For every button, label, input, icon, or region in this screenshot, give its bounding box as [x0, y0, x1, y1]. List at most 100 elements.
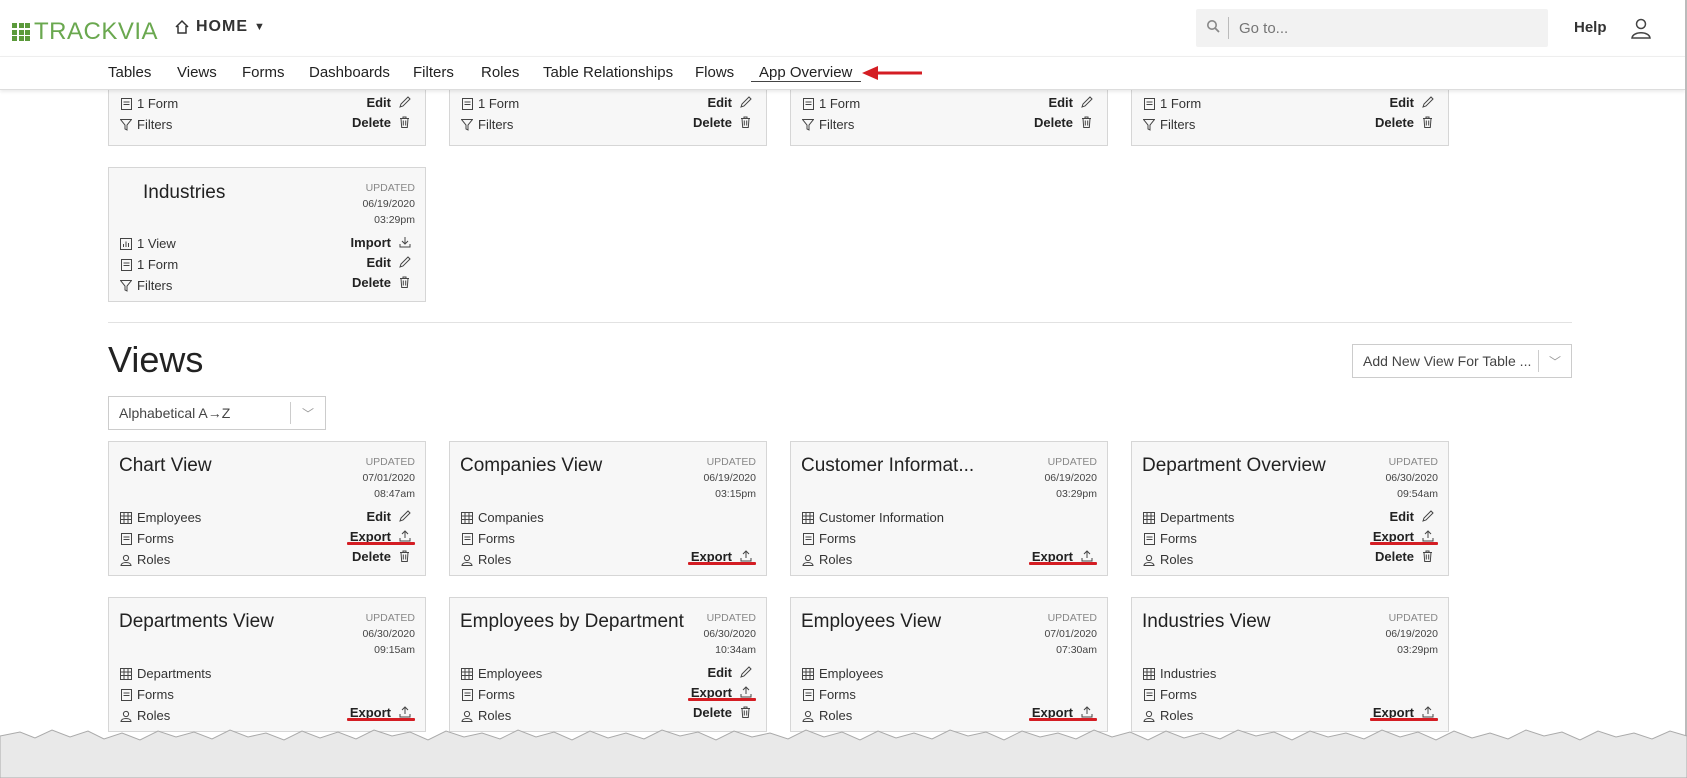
nav-views[interactable]: Views: [177, 64, 217, 81]
form-icon: [119, 97, 133, 111]
filter-icon: [460, 118, 474, 132]
forms-row: Forms: [460, 531, 515, 546]
view-title: Chart View: [119, 455, 212, 476]
edit-button[interactable]: Edit: [1389, 95, 1436, 110]
filter-icon: [119, 118, 133, 132]
edit-button[interactable]: Edit: [366, 509, 413, 524]
delete-button[interactable]: Delete: [693, 115, 754, 130]
home-menu[interactable]: HOME ▼: [174, 18, 266, 36]
roles-row: Roles: [119, 708, 170, 723]
add-new-view-dropdown[interactable]: Add New View For Table ... ﹀: [1352, 344, 1572, 378]
nav-tables[interactable]: Tables: [108, 64, 151, 81]
forms-row: Forms: [1142, 687, 1197, 702]
table-grid-icon: [460, 667, 474, 681]
filters-row: Filters: [460, 117, 513, 132]
table-row: Departments: [1142, 510, 1234, 525]
filter-icon: [1142, 118, 1156, 132]
updated-stamp: UPDATED 06/30/2020 09:54am: [1385, 456, 1438, 500]
annotation-underline: [1370, 542, 1438, 545]
logo-text: TRACKVIA: [34, 18, 159, 45]
forms-row: Forms: [801, 687, 856, 702]
chart-view-icon: [119, 237, 133, 251]
forms-row: 1 Form: [1142, 96, 1201, 111]
view-title: Employees by Department: [460, 611, 684, 632]
torn-edge-decoration: [0, 729, 1687, 778]
form-icon: [460, 97, 474, 111]
trackvia-logo[interactable]: TRACKVIA: [12, 18, 158, 46]
nav-flows[interactable]: Flows: [695, 64, 734, 81]
roles-row: Roles: [119, 552, 170, 567]
nav-app-overview[interactable]: App Overview: [759, 64, 852, 81]
table-card-industries[interactable]: Industries UPDATED 06/19/2020 03:29pm 1 …: [108, 167, 426, 302]
filters-row: Filters: [119, 117, 172, 132]
trash-icon: [399, 276, 413, 290]
delete-button[interactable]: Delete: [352, 115, 413, 130]
view-title: Companies View: [460, 455, 603, 476]
user-account-icon[interactable]: [1630, 17, 1652, 44]
updated-stamp: UPDATED 06/19/2020 03:29pm: [1044, 456, 1097, 500]
view-card[interactable]: Companies View UPDATED 06/19/2020 03:15pm …: [449, 441, 767, 576]
nav-roles[interactable]: Roles: [481, 64, 519, 81]
edit-button[interactable]: Edit: [1389, 509, 1436, 524]
delete-button[interactable]: Delete: [1034, 115, 1095, 130]
chevron-down-icon: ﹀: [301, 406, 314, 421]
nav-filters[interactable]: Filters: [413, 64, 454, 81]
updated-stamp: UPDATED 06/30/2020 10:34am: [703, 612, 756, 656]
view-card[interactable]: Employees View UPDATED 07/01/2020 07:30am …: [790, 597, 1108, 732]
table-row: Employees: [119, 510, 201, 525]
search-box[interactable]: [1196, 9, 1548, 47]
view-card[interactable]: Departments View UPDATED 06/30/2020 09:15a…: [108, 597, 426, 732]
help-link[interactable]: Help: [1574, 19, 1607, 36]
delete-button[interactable]: Delete: [1375, 115, 1436, 130]
filter-icon: [119, 279, 133, 293]
pencil-icon: [1081, 95, 1095, 110]
delete-button[interactable]: Delete: [693, 705, 754, 720]
table-grid-icon: [460, 511, 474, 525]
edit-button[interactable]: Edit: [366, 255, 413, 270]
form-icon: [119, 532, 133, 546]
form-icon: [801, 532, 815, 546]
nav-table-relationships[interactable]: Table Relationships: [543, 64, 673, 81]
table-row: Employees: [801, 666, 883, 681]
chevron-down-icon: ﹀: [1548, 354, 1561, 369]
updated-stamp: UPDATED 06/19/2020 03:15pm: [703, 456, 756, 500]
edit-button[interactable]: Edit: [707, 665, 754, 680]
delete-button[interactable]: Delete: [352, 549, 413, 564]
role-user-icon: [460, 553, 474, 567]
roles-row: Roles: [1142, 708, 1193, 723]
view-card[interactable]: Department Overview UPDATED 06/30/2020 09:…: [1131, 441, 1449, 576]
view-card[interactable]: Customer Informat... UPDATED 06/19/2020 03…: [790, 441, 1108, 576]
view-title: Industries View: [1142, 611, 1271, 632]
role-user-icon: [1142, 553, 1156, 567]
delete-button[interactable]: Delete: [352, 275, 413, 290]
edit-button[interactable]: Edit: [366, 95, 413, 110]
search-input[interactable]: [1237, 18, 1531, 38]
delete-button[interactable]: Delete: [1375, 549, 1436, 564]
sort-dropdown[interactable]: Alphabetical A→Z ﹀: [108, 396, 326, 430]
edit-button[interactable]: Edit: [707, 95, 754, 110]
form-icon: [119, 688, 133, 702]
pencil-icon: [1422, 95, 1436, 110]
app-window: TRACKVIA HOME ▼ Help Tables Views Forms …: [0, 0, 1687, 760]
pencil-icon: [399, 255, 413, 270]
top-bar: TRACKVIA HOME ▼ Help: [0, 0, 1685, 56]
view-title: Departments View: [119, 611, 274, 632]
table-grid-icon: [1142, 667, 1156, 681]
section-divider: [108, 322, 1572, 323]
updated-stamp: UPDATED 06/19/2020 03:29pm: [1385, 612, 1438, 656]
views-heading: Views: [108, 339, 204, 380]
trash-icon: [740, 116, 754, 130]
annotation-underline: [1370, 718, 1438, 721]
filter-icon: [801, 118, 815, 132]
nav-forms[interactable]: Forms: [242, 64, 285, 81]
pencil-icon: [399, 95, 413, 110]
nav-dashboards[interactable]: Dashboards: [309, 64, 390, 81]
view-title: Department Overview: [1142, 455, 1326, 476]
view-card[interactable]: Chart View UPDATED 07/01/2020 08:47am Empl…: [108, 441, 426, 576]
role-user-icon: [1142, 709, 1156, 723]
edit-button[interactable]: Edit: [1048, 95, 1095, 110]
import-button[interactable]: Import: [351, 235, 413, 250]
view-card[interactable]: Industries View UPDATED 06/19/2020 03:29pm…: [1131, 597, 1449, 732]
view-card[interactable]: Employees by Department UPDATED 06/30/202…: [449, 597, 767, 732]
pencil-icon: [740, 665, 754, 680]
